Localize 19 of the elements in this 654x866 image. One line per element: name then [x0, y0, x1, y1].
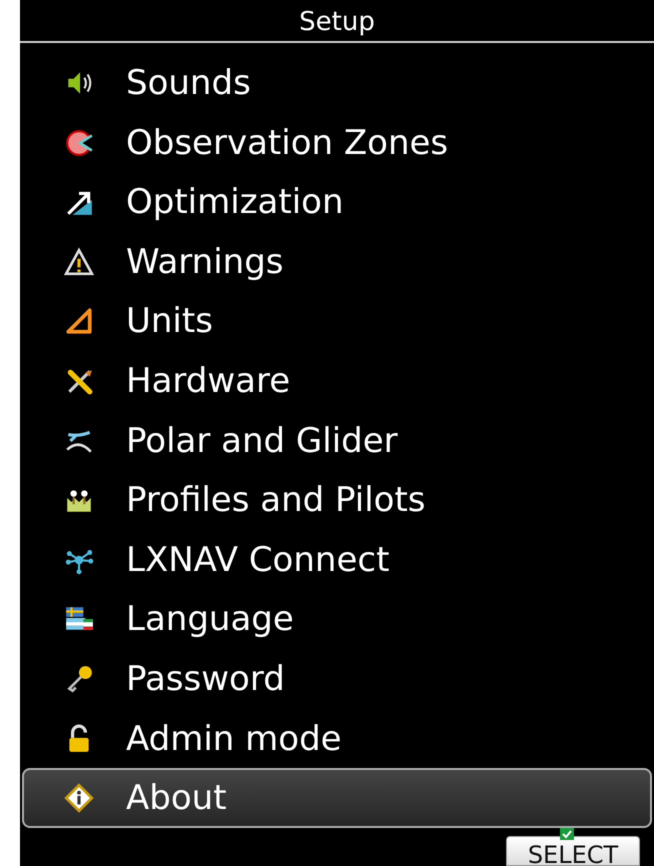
target-icon — [64, 128, 94, 158]
menu-item[interactable]: Profiles and Pilots — [22, 470, 652, 530]
menu-item[interactable]: About — [22, 768, 652, 828]
menu-item[interactable]: Units — [22, 292, 652, 352]
menu-item[interactable]: Polar and Glider — [22, 410, 652, 470]
select-button[interactable]: SELECT — [506, 836, 640, 866]
menu-item[interactable]: Warnings — [22, 232, 652, 292]
menu-item[interactable]: Admin mode — [22, 708, 652, 768]
menu-item[interactable]: Hardware — [22, 351, 652, 411]
menu-item[interactable]: Password — [22, 649, 652, 709]
menu-item[interactable]: Language — [22, 590, 652, 650]
menu-item[interactable]: LXNAV Connect — [22, 530, 652, 590]
menu-item[interactable]: Observation Zones — [22, 112, 652, 172]
menu-item[interactable]: Optimization — [22, 172, 652, 232]
menu-item[interactable]: Sounds — [22, 53, 652, 113]
window-title: Setup — [20, 2, 654, 44]
info-icon — [64, 783, 94, 814]
check-icon — [560, 828, 574, 840]
warning-icon — [64, 246, 94, 277]
